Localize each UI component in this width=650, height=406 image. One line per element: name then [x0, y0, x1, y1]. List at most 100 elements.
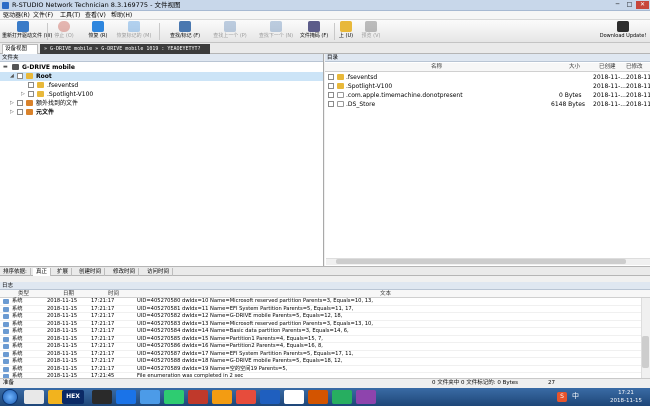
menu-tools[interactable]: 工具(T)	[60, 11, 80, 20]
collapse-icon[interactable]: ▬	[3, 63, 8, 72]
column-header-size[interactable]: 大小	[569, 63, 580, 72]
app-icon[interactable]	[308, 390, 328, 404]
folder-icon	[337, 83, 344, 89]
log-row[interactable]: 系统 2018-11-15 17:21:17 UID=405270586 dwIdx=…	[0, 343, 641, 351]
checkbox[interactable]	[28, 91, 34, 97]
status-ready: 准备	[3, 380, 15, 386]
app-icon[interactable]	[356, 390, 376, 404]
menu-view[interactable]: 查看(V)	[85, 11, 106, 20]
word-icon[interactable]	[260, 390, 280, 404]
find-next-button[interactable]: 查找下一个 (N)	[253, 21, 299, 42]
scrollbar-thumb[interactable]	[336, 259, 626, 264]
close-button[interactable]: ✕	[636, 1, 649, 9]
file-icon	[337, 101, 344, 107]
app-icon[interactable]	[164, 390, 184, 404]
tab-accessed-time[interactable]: 访问时间	[144, 268, 174, 276]
maximize-button[interactable]: □	[624, 1, 635, 9]
app-icon	[2, 2, 9, 9]
app-icon[interactable]	[188, 390, 208, 404]
find-mark-button[interactable]: 查找/标记 (F)	[165, 21, 205, 42]
tab-real[interactable]: 真正	[33, 268, 52, 276]
menu-help[interactable]: 帮助(H)	[111, 11, 132, 20]
expand-icon[interactable]: ▷	[21, 90, 25, 99]
tree-item-metafiles[interactable]: ▷ 元文件	[0, 108, 323, 117]
scrollbar-thumb[interactable]	[642, 336, 649, 368]
explorer-icon[interactable]	[24, 390, 44, 404]
log-row[interactable]: 系统 2018-11-15 17:21:17 UID=405270589 dwIdx=…	[0, 366, 641, 373]
folder-icon	[26, 109, 33, 115]
ime-badge[interactable]: S	[557, 392, 567, 402]
info-icon	[3, 314, 9, 319]
column-header-name[interactable]: 名称	[431, 63, 442, 72]
log-column-time[interactable]: 时间	[108, 290, 119, 298]
expand-icon[interactable]: ▷	[10, 99, 14, 108]
download-update-button[interactable]: Download Update!	[598, 21, 648, 42]
tree-item-drive[interactable]: ▬ G-DRIVE mobile	[0, 63, 323, 72]
expand-icon[interactable]: ▷	[10, 108, 14, 117]
up-button[interactable]: 上 (U)	[338, 21, 354, 42]
checkbox[interactable]	[328, 83, 334, 89]
ime-mode[interactable]: 中	[572, 391, 579, 401]
reopen-drive-button[interactable]: 重新打开驱动文件 (W)	[2, 21, 52, 42]
file-row[interactable]: .com.apple.timemachine.donotpresent 0 By…	[325, 91, 650, 100]
tab-created-time[interactable]: 创建时间	[76, 268, 106, 276]
file-row[interactable]: .fseventsd 2018-11-... 2018-11-15 1	[325, 73, 650, 82]
sort-label: 排序依据:	[0, 268, 31, 276]
log-row[interactable]: 系统 2018-11-15 17:21:17 UID=405270580 dwIdx=…	[0, 298, 641, 306]
column-header-modified[interactable]: 已修改	[626, 63, 643, 72]
file-mask-button[interactable]: 文件掩码 (F)	[297, 21, 331, 42]
title-bar: R-STUDIO Network Technician 8.3.169775 -…	[0, 0, 650, 11]
log-row[interactable]: 系统 2018-11-15 17:21:17 UID=405270581 dwIdx=…	[0, 306, 641, 313]
log-column-text[interactable]: 文本	[380, 290, 391, 298]
log-column-date[interactable]: 日期	[63, 290, 74, 298]
info-icon	[3, 336, 9, 342]
start-button[interactable]	[2, 389, 18, 405]
recover-button[interactable]: 恢复 (R)	[84, 21, 112, 42]
checkbox[interactable]	[328, 92, 334, 98]
menu-drive[interactable]: 驱动器(R)	[3, 11, 30, 20]
checkbox[interactable]	[328, 74, 334, 80]
app-icon[interactable]	[284, 390, 304, 404]
info-icon	[3, 299, 9, 304]
file-row[interactable]: .DS_Store 6148 Bytes 2018-11-... 2018-11…	[325, 100, 650, 109]
log-column-type[interactable]: 类型	[18, 290, 29, 298]
file-row[interactable]: .Spotlight-V100 2018-11-... 2018-11-15 1	[325, 82, 650, 91]
hex-editor-icon[interactable]: HEX	[62, 390, 84, 404]
menu-file[interactable]: 文件(F)	[33, 11, 53, 20]
log-row[interactable]: 系统 2018-11-15 17:21:17 UID=405270584 dwIdx=…	[0, 328, 641, 336]
preview-button[interactable]: 预览 (V)	[360, 21, 382, 42]
checkbox[interactable]	[28, 82, 34, 88]
tree-item-extra-found[interactable]: ▷ 额外找到的文件	[0, 99, 323, 108]
checkbox[interactable]	[17, 73, 23, 79]
system-clock[interactable]: 17:21 2018-11-15	[604, 389, 648, 405]
recover-marked-button[interactable]: 恢复标记的 (M)	[112, 21, 156, 42]
tree-item-root[interactable]: ◢ Root	[0, 72, 323, 81]
app-icon[interactable]	[332, 390, 352, 404]
find-prev-button[interactable]: 查找上一个 (P)	[207, 21, 253, 42]
log-row[interactable]: 系统 2018-11-15 17:21:17 UID=405270582 dwIdx=…	[0, 313, 641, 321]
checkbox[interactable]	[17, 109, 23, 115]
tree-item-spotlight[interactable]: ▷ .Spotlight-V100	[0, 90, 323, 99]
log-row[interactable]: 系统 2018-11-15 17:21:17 UID=405270587 dwIdx=…	[0, 351, 641, 358]
checkbox[interactable]	[328, 101, 334, 107]
app-icon[interactable]	[212, 390, 232, 404]
app-icon[interactable]	[140, 390, 160, 404]
app-icon[interactable]	[92, 390, 112, 404]
tab-modified-time[interactable]: 修改时间	[110, 268, 140, 276]
minimize-button[interactable]: ─	[612, 1, 623, 9]
contents-pane: 目录 名称 大小 已创建 已修改 .fseventsd 2018-11-... …	[325, 54, 650, 266]
tree-item-fseventsd[interactable]: .fseventsd	[0, 81, 323, 90]
breadcrumb[interactable]: » G-DRIVE mobile » G-DRIVE mobile 1019 :…	[40, 44, 210, 54]
tab-device-view[interactable]: 设备视图	[2, 44, 38, 54]
log-header-row	[0, 290, 650, 298]
column-header-created[interactable]: 已创建	[599, 63, 616, 72]
app-icon[interactable]	[116, 390, 136, 404]
app-icon[interactable]	[236, 390, 256, 404]
tab-extension[interactable]: 扩展	[54, 268, 73, 276]
log-row[interactable]: 系统 2018-11-15 17:21:17 UID=405270585 dwIdx=…	[0, 336, 641, 343]
log-row[interactable]: 系统 2018-11-15 17:21:17 UID=405270588 dwIdx=…	[0, 358, 641, 366]
stop-button[interactable]: 停止 (O)	[50, 21, 78, 42]
log-row[interactable]: 系统 2018-11-15 17:21:17 UID=405270583 dwIdx=…	[0, 321, 641, 328]
checkbox[interactable]	[17, 100, 23, 106]
collapse-icon[interactable]: ◢	[10, 72, 14, 81]
